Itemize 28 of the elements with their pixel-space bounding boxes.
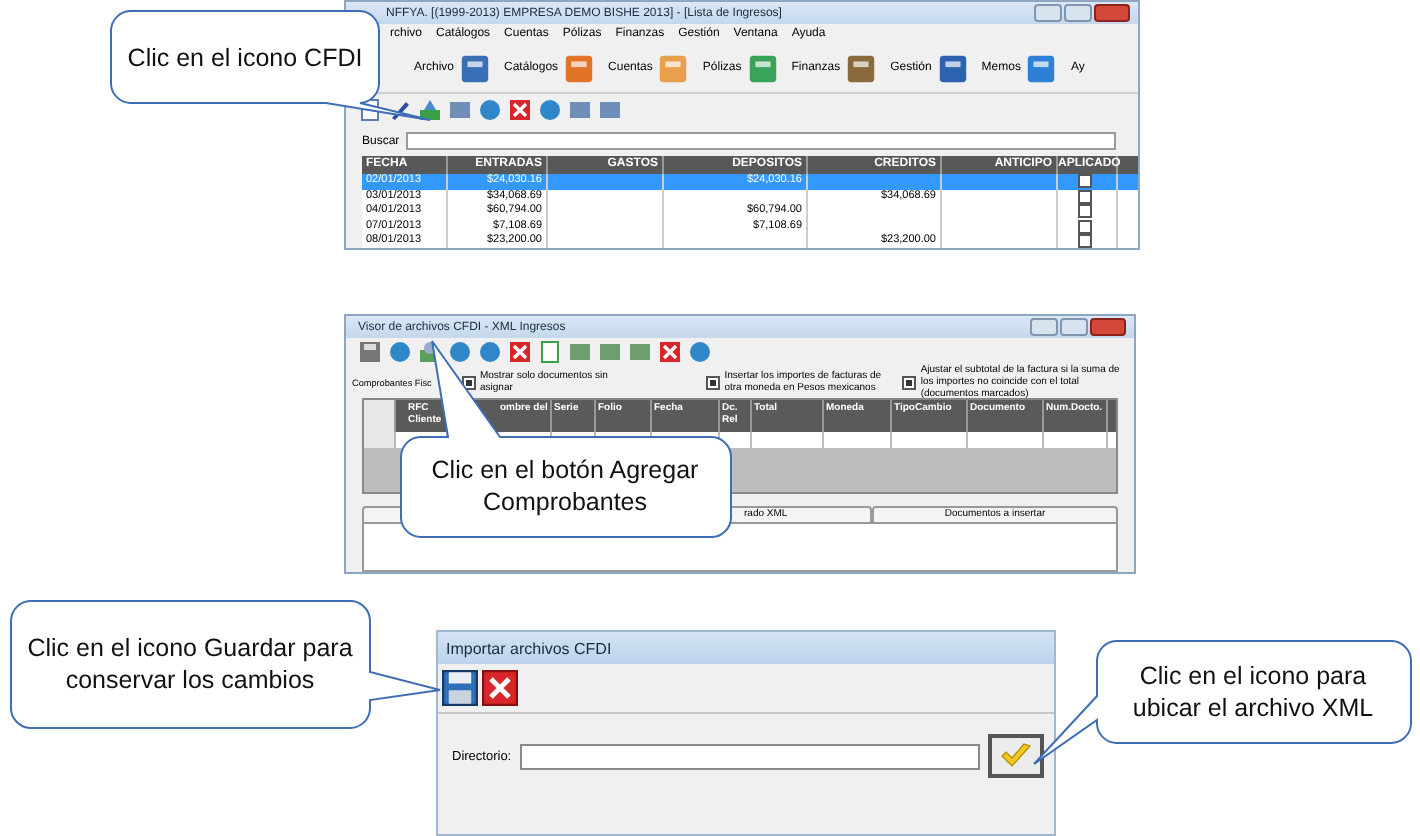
- callout-text: Clic en el icono para ubicar el archivo XML: [1130, 660, 1376, 726]
- directory-field[interactable]: [519, 743, 980, 769]
- callout-text: Clic en el icono CFDI: [125, 41, 365, 75]
- checkbox[interactable]: [706, 375, 721, 389]
- maximize-button[interactable]: [1064, 4, 1092, 22]
- window-title: Importar archivos CFDI: [446, 639, 612, 657]
- checkbox[interactable]: [1078, 174, 1092, 189]
- checkbox[interactable]: [1078, 234, 1092, 248]
- search-field[interactable]: [405, 132, 1116, 150]
- close-button[interactable]: [1094, 4, 1130, 22]
- checkbox[interactable]: [1078, 204, 1092, 219]
- delete-icon[interactable]: [508, 98, 532, 122]
- cfdi-icon[interactable]: [418, 98, 442, 122]
- document-icon[interactable]: [538, 340, 562, 364]
- checkmark-icon: [999, 742, 1032, 770]
- corner-cell: [364, 400, 396, 432]
- close-icon[interactable]: [482, 670, 518, 706]
- minimize-button[interactable]: [1030, 318, 1058, 336]
- save-icon[interactable]: [442, 670, 478, 706]
- close-button[interactable]: [1090, 318, 1126, 336]
- checkbox[interactable]: [902, 375, 917, 389]
- callout-text: Clic en el botón Agregar Comprobantes: [429, 454, 701, 520]
- delete-icon[interactable]: [508, 340, 532, 364]
- minimize-button[interactable]: [1034, 4, 1062, 22]
- maximize-button[interactable]: [1060, 318, 1088, 336]
- callout-text: Clic en el icono Guardar para conservar los cambios: [25, 632, 355, 698]
- browse-button[interactable]: [987, 734, 1044, 778]
- delete-icon[interactable]: [658, 340, 682, 364]
